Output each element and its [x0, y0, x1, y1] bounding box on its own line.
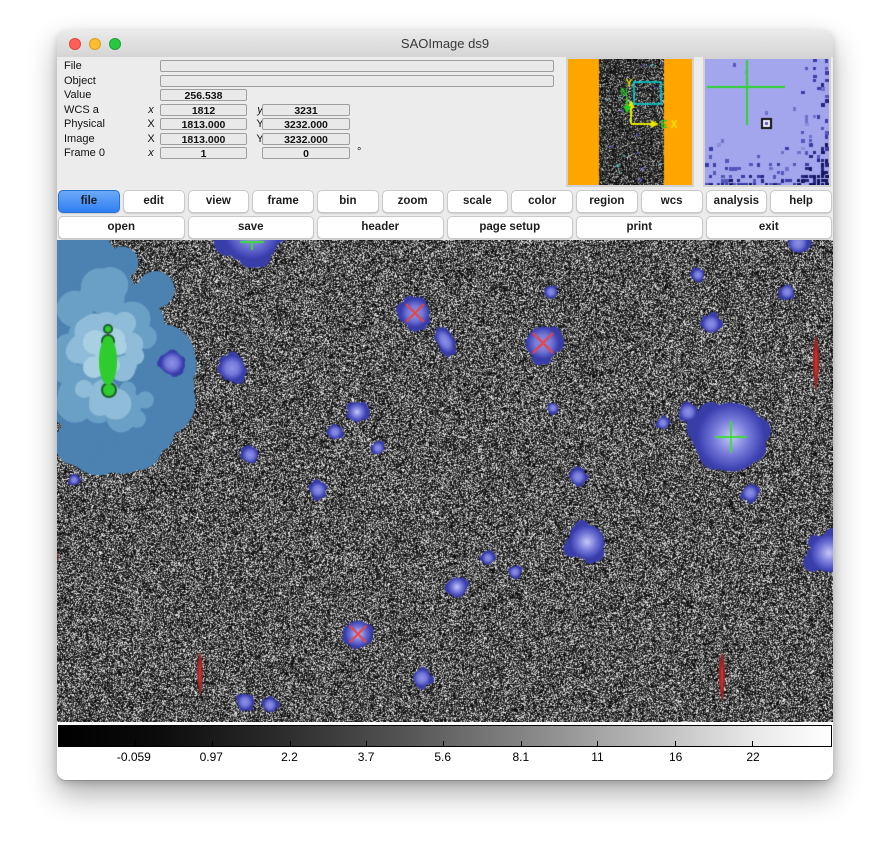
value-x-field[interactable]: 256.538 [160, 89, 247, 101]
info-row-value: Value 256.538 [57, 89, 566, 102]
file-label: File [64, 60, 82, 73]
object-field[interactable] [160, 75, 554, 87]
frame-x-field[interactable]: 1 [160, 147, 247, 159]
menu-edit[interactable]: edit [123, 190, 185, 213]
colorbar-tick-label: 8.1 [513, 750, 530, 764]
colorbar-tick-label: 2.2 [281, 750, 298, 764]
menu-analysis[interactable]: analysis [706, 190, 768, 213]
filebar-header[interactable]: header [317, 216, 444, 239]
menu-scale[interactable]: scale [447, 190, 509, 213]
info-row-wcs: WCS ax1812y3231 [57, 104, 566, 117]
magnifier-canvas [705, 59, 829, 185]
info-row-object: Object [57, 75, 566, 88]
colorbar-gradient[interactable] [58, 725, 832, 747]
file-field[interactable] [160, 60, 554, 72]
physical-label: Physical [64, 118, 105, 131]
window-title: SAOImage ds9 [57, 30, 833, 57]
colorbar-labels: -0.059 0.97 2.2 3.7 5.6 8.1 11 16 22 [58, 750, 832, 766]
filebar-open[interactable]: open [58, 216, 185, 239]
menu-region[interactable]: region [576, 190, 638, 213]
wcs-y-field[interactable]: 3231 [262, 104, 350, 116]
menu-bin[interactable]: bin [317, 190, 379, 213]
colorbar-tick-label: 11 [591, 750, 603, 764]
menu-zoom[interactable]: zoom [382, 190, 444, 213]
colorbar-tick [212, 741, 213, 746]
colorbar-tick [521, 741, 522, 746]
filebar-save[interactable]: save [188, 216, 315, 239]
wcs-label: WCS a [64, 104, 99, 117]
wcs-x-field[interactable]: 1812 [160, 104, 247, 116]
magnifier [703, 57, 831, 187]
menu-color[interactable]: color [511, 190, 573, 213]
menu-file[interactable]: file [58, 190, 120, 213]
menu-wcs[interactable]: wcs [641, 190, 703, 213]
info-panel: FileObjectValue256.538WCS ax1812y3231Phy… [57, 57, 833, 187]
image-x-field[interactable]: 1813.000 [160, 133, 247, 145]
object-label: Object [64, 75, 96, 88]
value-label: Value [64, 89, 91, 102]
panner-canvas[interactable] [568, 59, 692, 185]
wcs-x-label: x [145, 104, 157, 117]
menu-bar: fileeditviewframebinzoomscalecolorregion… [58, 190, 832, 212]
colorbar-tick [675, 741, 676, 746]
info-row-frame: Frame 0 x1 0 ° [57, 147, 566, 160]
physical-y-field[interactable]: 3232.000 [262, 118, 350, 130]
title-bar[interactable]: SAOImage ds9 [57, 30, 833, 58]
colorbar-tick [290, 741, 291, 746]
colorbar-tick [597, 741, 598, 746]
colorbar-tick-label: 16 [669, 750, 682, 764]
info-row-file: File [57, 60, 566, 73]
frame-x-label: x [145, 147, 157, 160]
filebar-page-setup[interactable]: page setup [447, 216, 574, 239]
main-image-area[interactable] [57, 240, 833, 722]
colorbar-tick [752, 741, 753, 746]
physical-x-label: X [145, 118, 157, 131]
ds9-window: SAOImage ds9 File ObjectValue 256.538 WCS a… [57, 30, 833, 780]
colorbar-tick [366, 741, 367, 746]
colorbar-tick-label: 22 [746, 750, 759, 764]
physical-x-field[interactable]: 1813.000 [160, 118, 247, 130]
image-label: Image [64, 133, 95, 146]
degrees-symbol: ° [357, 146, 361, 159]
colorbar-tick-label: 5.6 [434, 750, 451, 764]
panner[interactable] [566, 57, 694, 187]
colorbar-tick-label: 3.7 [358, 750, 375, 764]
filebar-exit[interactable]: exit [706, 216, 833, 239]
colorbar-tick-label: -0.059 [117, 750, 151, 764]
image-x-label: X [145, 133, 157, 146]
main-image-canvas[interactable] [57, 240, 833, 722]
colorbar-tick-label: 0.97 [200, 750, 223, 764]
frame-label: Frame 0 [64, 147, 105, 160]
info-row-image: ImageX1813.000Y3232.000 [57, 133, 566, 146]
image-y-field[interactable]: 3232.000 [262, 133, 350, 145]
colorbar-tick [135, 741, 136, 746]
menu-help[interactable]: help [770, 190, 832, 213]
colorbar-section: -0.059 0.97 2.2 3.7 5.6 8.1 11 16 22 [57, 722, 833, 780]
colorbar-tick [443, 741, 444, 746]
menu-frame[interactable]: frame [252, 190, 314, 213]
frame-y-field[interactable]: 0 [262, 147, 350, 159]
info-row-physical: PhysicalX1813.000Y3232.000 [57, 118, 566, 131]
filebar-print[interactable]: print [576, 216, 703, 239]
menu-view[interactable]: view [188, 190, 250, 213]
file-button-bar: opensaveheaderpage setupprintexit [58, 216, 832, 238]
